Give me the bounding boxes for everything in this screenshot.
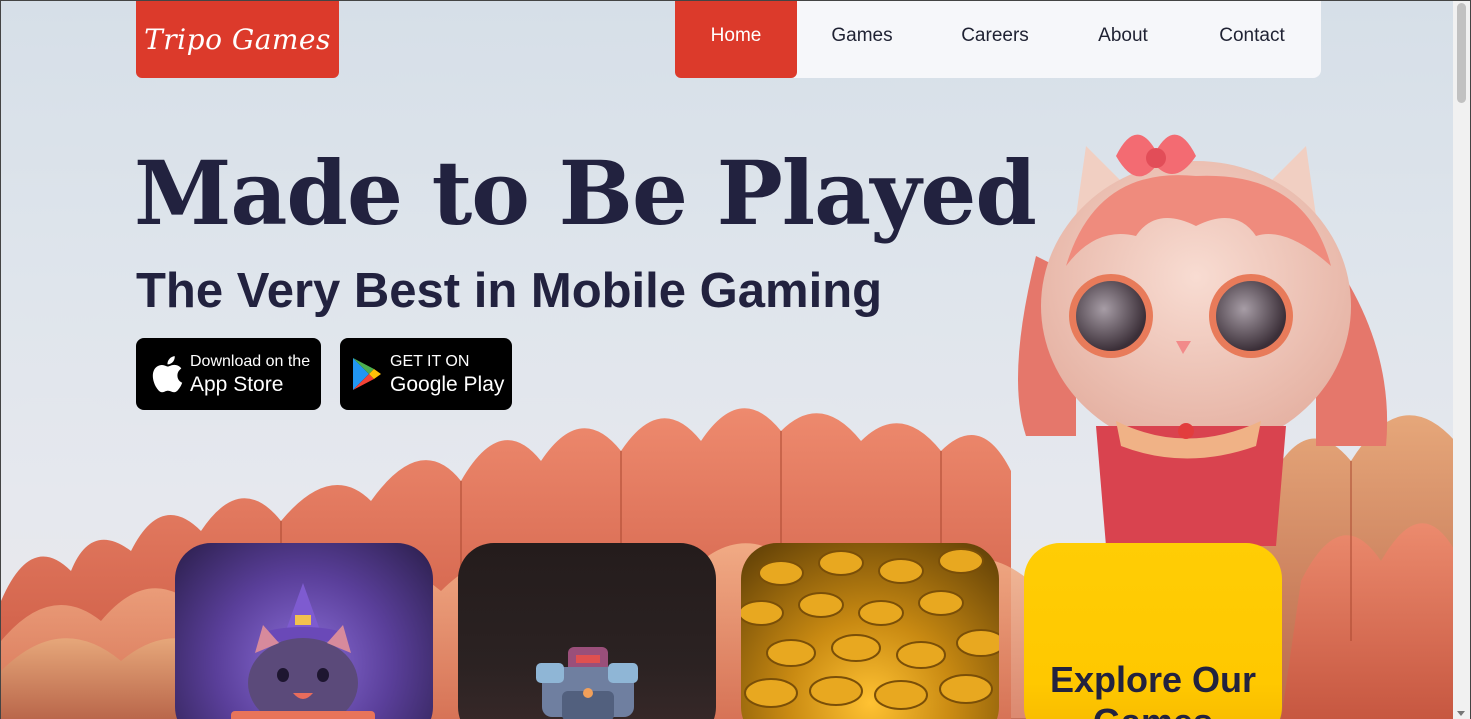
hero-subtitle: The Very Best in Mobile Gaming (136, 264, 883, 318)
nav-contact[interactable]: Contact (1183, 1, 1321, 78)
robot-image (536, 647, 638, 719)
app-store-badge[interactable]: Download on the App Store (136, 338, 321, 410)
scroll-down-icon[interactable] (1457, 711, 1465, 716)
site-logo[interactable]: Tripo Games (136, 1, 339, 78)
hero-title: Made to Be Played (134, 141, 1037, 245)
witch-cat-image (231, 583, 375, 719)
game-card-witch-cat[interactable] (175, 543, 433, 719)
nav-home-label: Home (710, 24, 762, 46)
gold-coins-image (741, 548, 999, 710)
nav-about-label: About (1098, 24, 1148, 46)
scrollbar-thumb[interactable] (1457, 3, 1466, 103)
explore-games-card[interactable]: Explore Our Games (1024, 543, 1282, 719)
google-play-icon (353, 358, 381, 390)
google-play-big-text: Google Play (390, 372, 505, 396)
nav-careers[interactable]: Careers (927, 1, 1063, 78)
logo-text: Tripo Games (144, 23, 331, 56)
app-store-big-text: App Store (190, 372, 284, 396)
nav-games-label: Games (831, 24, 893, 46)
page-scrollbar[interactable] (1453, 1, 1470, 719)
explore-games-label: Explore Our Games (1049, 659, 1257, 719)
game-card-robot[interactable] (458, 543, 716, 719)
app-store-small-text: Download on the (190, 352, 311, 370)
nav-about[interactable]: About (1063, 1, 1183, 78)
main-nav: Home Games Careers About Contact (675, 1, 1321, 78)
game-card-gold-coins[interactable] (741, 543, 999, 719)
google-play-badge[interactable]: GET IT ON Google Play (340, 338, 512, 410)
apple-icon (152, 356, 183, 393)
nav-games[interactable]: Games (797, 1, 927, 78)
nav-contact-label: Contact (1219, 24, 1285, 46)
nav-home[interactable]: Home (675, 1, 797, 78)
google-play-small-text: GET IT ON (390, 352, 470, 370)
nav-careers-label: Careers (961, 24, 1029, 46)
cat-character-illustration (1018, 134, 1388, 546)
